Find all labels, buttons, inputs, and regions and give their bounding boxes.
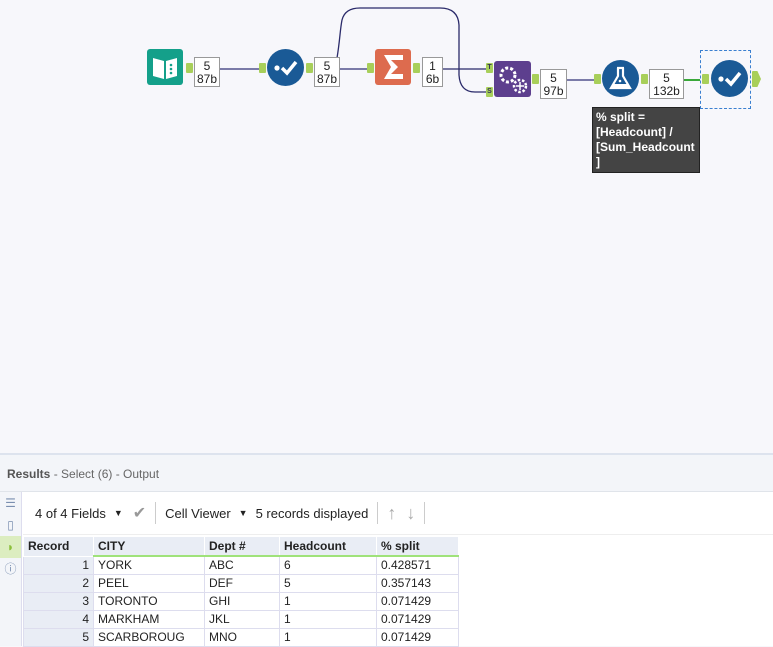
input-anchor[interactable] [367, 63, 374, 73]
input-anchor[interactable] [702, 74, 709, 84]
column-header[interactable]: Dept # [204, 536, 280, 557]
table-cell[interactable]: PEEL [93, 573, 205, 593]
arrow-up-icon[interactable]: ↑ [387, 503, 396, 524]
table-cell[interactable]: MARKHAM [93, 609, 205, 629]
results-toolbar: 4 of 4 Fields ▼ ✔ Cell Viewer ▼ 5 record… [23, 492, 773, 535]
checkmark-icon [274, 60, 298, 76]
record-number-cell[interactable]: 5 [23, 627, 94, 647]
connection [336, 7, 490, 93]
results-header: Results - Select (6) - Output [0, 455, 773, 492]
output-anchor[interactable] [186, 63, 193, 73]
fields-dropdown[interactable]: 4 of 4 Fields [35, 506, 106, 521]
workflow-canvas[interactable]: 5 87b 5 87b 1 6b T S 5 97b 5 132b % split = [… [0, 0, 773, 453]
results-sidebar: ☰ ▯ ◗ ⓘ [0, 492, 22, 646]
gears-icon [499, 66, 528, 94]
table-cell[interactable]: 5 [279, 573, 377, 593]
results-subtitle: - Select (6) - Output [50, 467, 160, 481]
column-header[interactable]: Record [23, 536, 94, 557]
results-panel: Results - Select (6) - Output ☰ ▯ ◗ ⓘ 4 … [0, 453, 773, 647]
book-icon [153, 58, 177, 79]
select-tool[interactable] [267, 49, 304, 86]
table-cell[interactable]: MNO [204, 627, 280, 647]
table-cell[interactable]: ABC [204, 555, 280, 575]
output-anchor-icon[interactable]: ◗ [0, 536, 21, 558]
table-row[interactable]: 4 MARKHAM JKL 1 0.071429 [23, 609, 459, 629]
formula-tool[interactable] [602, 60, 639, 97]
chevron-down-icon[interactable]: ▼ [239, 508, 248, 518]
source-anchor[interactable]: S [486, 87, 493, 97]
results-table: Record CITY Dept # Headcount % split 1 YO… [23, 536, 459, 647]
flask-icon [609, 66, 632, 90]
table-row[interactable]: 3 TORONTO GHI 1 0.071429 [23, 591, 459, 611]
records-displayed: 5 records displayed [255, 505, 369, 521]
table-cell[interactable]: JKL [204, 609, 280, 629]
viewer-dropdown[interactable]: Cell Viewer [165, 506, 231, 521]
byte-size: 97b [543, 84, 564, 98]
divider [155, 502, 157, 524]
byte-size: 6b [425, 72, 440, 86]
table-cell[interactable]: 6 [279, 555, 377, 575]
record-count-badge: 5 87b [314, 57, 340, 87]
record-count-badge: 5 87b [194, 57, 220, 87]
record-count-badge: 5 132b [649, 69, 684, 99]
table-row[interactable]: 5 SCARBOROUG MNO 1 0.071429 [23, 627, 459, 647]
record-count-badge: 1 6b [422, 57, 443, 87]
column-header[interactable]: % split [376, 536, 459, 557]
output-anchor[interactable] [641, 74, 648, 84]
output-anchor[interactable] [306, 63, 313, 73]
divider [377, 502, 379, 524]
column-header[interactable]: Headcount [279, 536, 377, 557]
record-number-cell[interactable]: 4 [23, 609, 94, 629]
table-cell[interactable]: 0.071429 [376, 609, 459, 629]
results-title: Results [7, 467, 51, 481]
column-header[interactable]: CITY [93, 536, 205, 557]
formula-annotation: % split = [Headcount] / [Sum_Headcount ] [592, 107, 700, 173]
input-anchor[interactable] [259, 63, 266, 73]
help-icon[interactable]: ⓘ [0, 558, 21, 580]
record-count-badge: 5 97b [540, 69, 567, 99]
sigma-icon [384, 55, 403, 79]
table-cell[interactable]: DEF [204, 573, 280, 593]
table-cell[interactable]: 0.428571 [376, 555, 459, 575]
input-anchor[interactable] [594, 74, 601, 84]
checkmark-icon [718, 71, 742, 87]
input-anchor-icon[interactable]: ▯ [0, 514, 21, 536]
checkmark-icon[interactable]: ✔ [133, 503, 146, 523]
divider [424, 502, 426, 524]
list-icon[interactable]: ☰ [0, 492, 21, 514]
table-cell[interactable]: 1 [279, 591, 377, 611]
table-cell[interactable]: 1 [279, 609, 377, 629]
table-cell[interactable]: 1 [279, 627, 377, 647]
select-tool[interactable] [711, 60, 748, 97]
table-row[interactable]: 1 YORK ABC 6 0.428571 [23, 555, 459, 575]
record-number-cell[interactable]: 3 [23, 591, 94, 611]
table-cell[interactable]: SCARBOROUG [93, 627, 205, 647]
byte-size: 132b [653, 84, 680, 98]
table-cell[interactable]: 0.071429 [376, 627, 459, 647]
table-cell[interactable]: 0.071429 [376, 591, 459, 611]
table-cell[interactable]: YORK [93, 555, 205, 575]
append-fields-tool[interactable] [494, 61, 531, 97]
output-anchor[interactable] [413, 63, 420, 73]
output-anchor[interactable] [532, 74, 539, 84]
table-header-row: Record CITY Dept # Headcount % split [23, 536, 459, 557]
chevron-down-icon[interactable]: ▼ [114, 508, 123, 518]
table-cell[interactable]: TORONTO [93, 591, 205, 611]
summarize-tool[interactable] [375, 49, 411, 85]
byte-size: 87b [196, 72, 218, 86]
arrow-down-icon[interactable]: ↓ [406, 503, 415, 524]
record-number-cell[interactable]: 2 [23, 573, 94, 593]
input-data-tool[interactable] [147, 49, 183, 85]
table-cell[interactable]: GHI [204, 591, 280, 611]
record-number-cell[interactable]: 1 [23, 555, 94, 575]
target-anchor[interactable]: T [486, 63, 493, 73]
table-row[interactable]: 2 PEEL DEF 5 0.357143 [23, 573, 459, 593]
table-cell[interactable]: 0.357143 [376, 573, 459, 593]
byte-size: 87b [316, 72, 338, 86]
